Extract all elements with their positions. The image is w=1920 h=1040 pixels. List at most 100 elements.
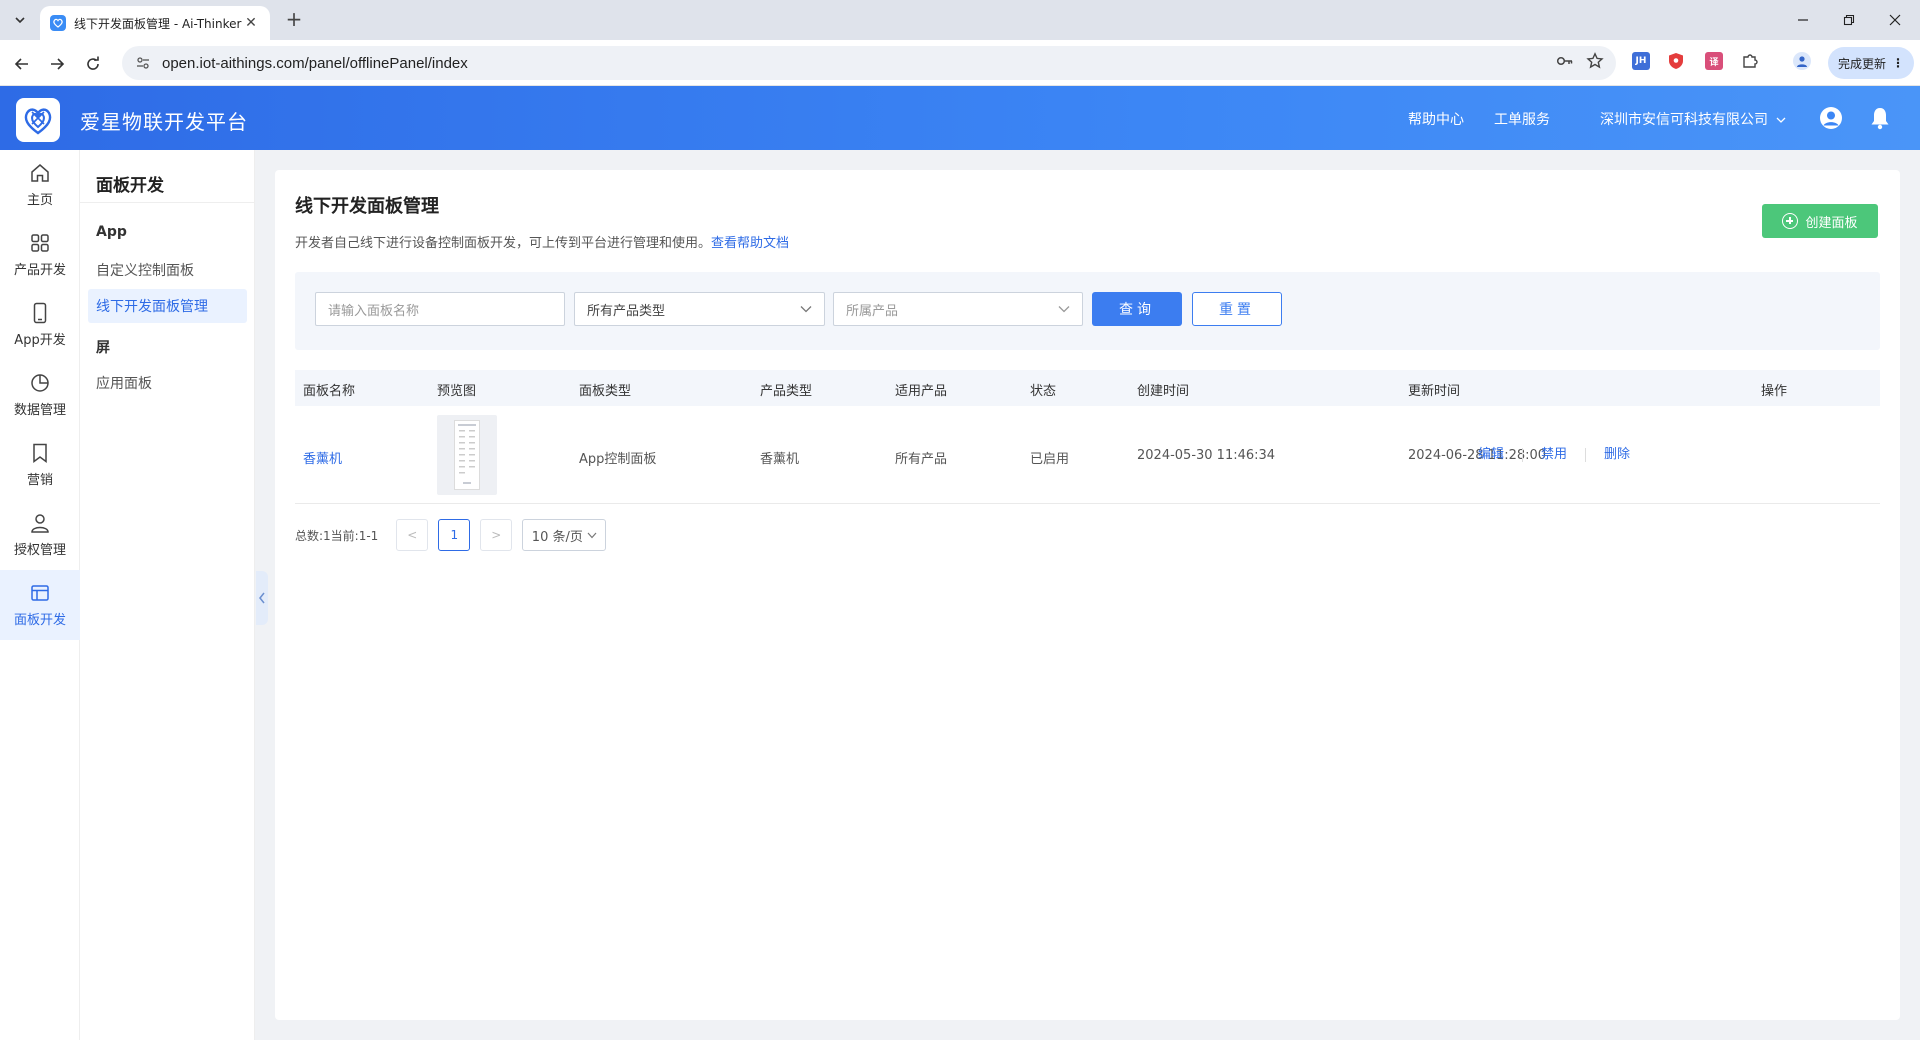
- column-header: 操作: [1761, 384, 1788, 399]
- back-arrow-icon[interactable]: [9, 51, 35, 77]
- nav-panel-dev-label: 面板开发: [13, 613, 66, 628]
- query-button[interactable]: 查询: [1092, 292, 1182, 326]
- ticket-service-link[interactable]: 工单服务: [1494, 109, 1550, 129]
- nav-app-dev[interactable]: App开发: [0, 290, 80, 360]
- grid-icon: [31, 234, 49, 252]
- status-cell: 已启用: [1030, 452, 1070, 467]
- site-info-icon[interactable]: [134, 54, 152, 72]
- update-label: 完成更新: [1837, 56, 1886, 71]
- nav-product-dev[interactable]: 产品开发: [0, 220, 80, 290]
- create-panel-button[interactable]: 创建面板: [1762, 204, 1878, 238]
- nav-data-management-label: 数据管理: [13, 403, 66, 418]
- column-header: 预览图: [437, 384, 477, 399]
- submenu-group-app: App: [96, 224, 127, 240]
- chevron-down-icon: [1776, 116, 1786, 127]
- product-select[interactable]: 所属产品: [833, 292, 1083, 326]
- address-bar[interactable]: open.iot-aithings.com/panel/offlinePanel…: [122, 46, 1616, 80]
- next-page-button[interactable]: >: [480, 519, 513, 551]
- nav-home-label: 主页: [26, 193, 53, 208]
- panel-icon: [31, 585, 49, 601]
- created-time-cell: 2024-05-30 11:46:34: [1137, 448, 1276, 463]
- submenu-item-app-panel[interactable]: 应用面板: [88, 366, 247, 400]
- chevron-down-icon: [800, 303, 812, 316]
- product-placeholder: 所属产品: [846, 303, 899, 319]
- profile-icon[interactable]: [1793, 52, 1811, 70]
- sidebar-collapse-handle[interactable]: [256, 571, 268, 625]
- notification-bell-icon[interactable]: [1869, 106, 1891, 130]
- panel-name-link[interactable]: 香薰机: [303, 448, 342, 467]
- nav-app-dev-label: App开发: [14, 333, 66, 348]
- help-doc-link[interactable]: 查看帮助文档: [711, 236, 789, 251]
- delete-action[interactable]: 删除: [1586, 448, 1648, 462]
- platform-logo[interactable]: [16, 98, 60, 142]
- page-description-text: 开发者自己线下进行设备控制面板开发，可上传到平台进行管理和使用。: [295, 236, 712, 251]
- nav-data-management[interactable]: 数据管理: [0, 360, 80, 430]
- edit-action[interactable]: 编辑: [1460, 448, 1524, 462]
- product-type-select[interactable]: 所有产品类型: [574, 292, 825, 326]
- nav-panel-dev[interactable]: 面板开发: [0, 570, 80, 640]
- site-favicon-icon: [50, 15, 66, 31]
- prev-page-button[interactable]: <: [396, 519, 429, 551]
- page-size-select[interactable]: 10 条/页: [522, 519, 607, 551]
- extension-jh-icon[interactable]: JH: [1632, 52, 1650, 70]
- applicable-product-cell: 所有产品: [895, 452, 948, 467]
- table-row: 香薰机 App控制面板 香薰机 所有产品 已启用 2024-05-30 11:4…: [295, 406, 1880, 504]
- new-tab-button[interactable]: +: [282, 8, 306, 32]
- nav-authorization-label: 授权管理: [13, 543, 66, 558]
- page-size-value: 10 条/页: [531, 529, 583, 545]
- pagination-summary: 总数:1当前:1-1: [295, 528, 379, 543]
- pie-chart-icon: [31, 374, 49, 392]
- home-icon: [31, 164, 49, 182]
- restore-icon[interactable]: [1826, 0, 1872, 40]
- table-header: 面板名称 预览图 面板类型 产品类型 适用产品 状态 创建时间 更新时间 操作: [295, 370, 1880, 406]
- column-header: 更新时间: [1408, 384, 1461, 399]
- password-key-icon[interactable]: [1556, 52, 1574, 74]
- submenu-item-custom-panel[interactable]: 自定义控制面板: [88, 253, 247, 287]
- column-header: 产品类型: [760, 384, 813, 399]
- chevron-left-icon: [259, 592, 265, 604]
- user-avatar-icon[interactable]: [1819, 106, 1843, 130]
- page-number-button[interactable]: 1: [438, 519, 471, 551]
- product-type-cell: 香薰机: [760, 452, 800, 467]
- browser-update-button[interactable]: 完成更新 ⋮: [1828, 47, 1914, 79]
- forward-arrow-icon[interactable]: [44, 51, 70, 77]
- help-center-link[interactable]: 帮助中心: [1408, 109, 1464, 129]
- bookmark-icon: [33, 443, 47, 463]
- disable-action[interactable]: 禁用: [1523, 448, 1587, 462]
- product-type-value: 所有产品类型: [587, 303, 666, 319]
- company-name: 深圳市安信可科技有限公司: [1600, 112, 1768, 128]
- more-menu-icon: ⋮: [1892, 56, 1904, 70]
- close-window-icon[interactable]: [1872, 0, 1918, 40]
- minimize-icon[interactable]: [1780, 0, 1826, 40]
- main-content-card: 线下开发面板管理 开发者自己线下进行设备控制面板开发，可上传到平台进行管理和使用…: [275, 170, 1900, 1020]
- browser-tab[interactable]: 线下开发面板管理 - Ai-Thinker ✕: [40, 6, 270, 40]
- extension-translate-icon[interactable]: 译: [1705, 52, 1723, 70]
- bookmark-star-icon[interactable]: [1586, 52, 1604, 74]
- column-header: 面板名称: [303, 384, 356, 399]
- phone-icon: [33, 302, 47, 324]
- nav-home[interactable]: 主页: [0, 150, 80, 220]
- create-panel-label: 创建面板: [1805, 215, 1858, 231]
- panel-name-input[interactable]: 请输入面板名称: [315, 292, 565, 326]
- tab-title: 线下开发面板管理 - Ai-Thinker: [74, 16, 242, 31]
- nav-authorization[interactable]: 授权管理: [0, 500, 80, 570]
- nav-marketing-label: 营销: [26, 473, 53, 488]
- primary-sidebar: 主页 产品开发 App开发 数据管理 营销 授权管理 面板开发: [0, 150, 80, 1040]
- reset-button[interactable]: 重置: [1192, 292, 1282, 326]
- submenu-item-offline-panel[interactable]: 线下开发面板管理: [88, 289, 247, 323]
- pagination: 总数:1当前:1-1 < 1 > 10 条/页: [295, 519, 607, 551]
- tab-close-icon[interactable]: ✕: [242, 15, 260, 31]
- extensions-puzzle-icon[interactable]: [1741, 52, 1759, 70]
- user-icon: [31, 514, 49, 533]
- nav-marketing[interactable]: 营销: [0, 430, 80, 500]
- panel-preview-thumbnail[interactable]: [437, 415, 497, 495]
- tab-search-chevron-icon[interactable]: [8, 8, 32, 32]
- app-header: 爱星物联开发平台 帮助中心 工单服务 深圳市安信可科技有限公司: [0, 86, 1920, 150]
- extension-shield-icon[interactable]: [1667, 52, 1685, 70]
- page-title: 线下开发面板管理: [295, 196, 439, 217]
- plus-circle-icon: [1782, 213, 1799, 229]
- reload-icon[interactable]: [80, 51, 106, 77]
- company-dropdown[interactable]: 深圳市安信可科技有限公司: [1600, 109, 1786, 129]
- chevron-down-icon: [587, 532, 597, 538]
- panel-type-cell: App控制面板: [579, 452, 657, 467]
